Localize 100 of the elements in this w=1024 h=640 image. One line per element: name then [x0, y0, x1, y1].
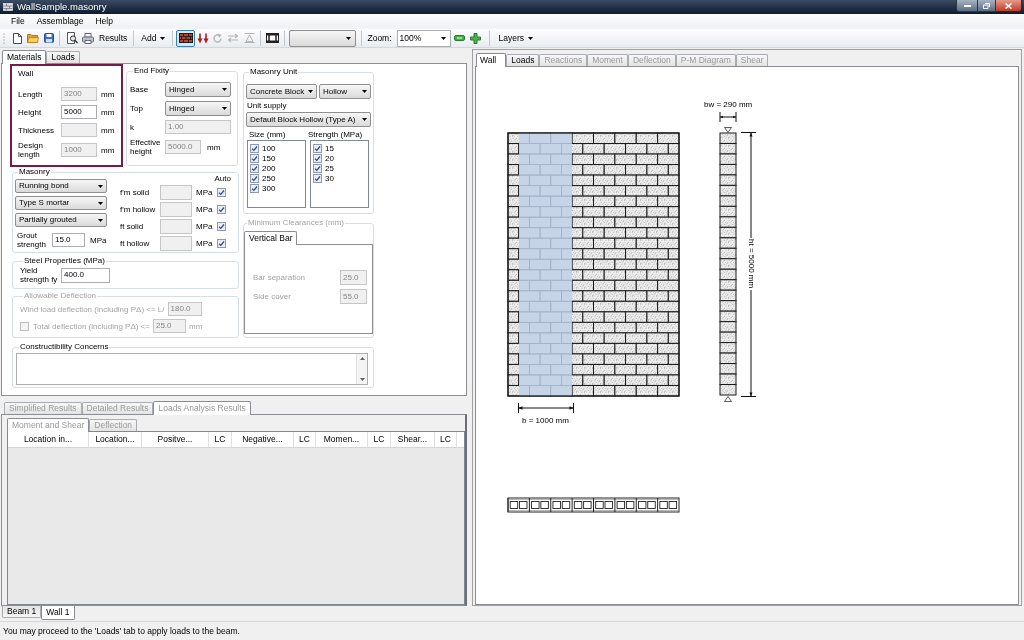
wall-view-button[interactable]: [176, 29, 196, 47]
close-button[interactable]: [996, 0, 1022, 12]
field-label: f'm solid: [120, 188, 151, 197]
caret-icon: [362, 118, 367, 121]
tab[interactable]: Loads: [46, 51, 80, 63]
group-title: End Fixity: [133, 66, 171, 76]
group-title: Steel Properties (MPa): [23, 256, 106, 266]
checkbox[interactable]: [217, 222, 226, 231]
checkbox[interactable]: [217, 239, 226, 248]
list-item-label[interactable]: 30: [325, 173, 334, 183]
rotate-icon: [212, 32, 224, 44]
checkbox[interactable]: [313, 173, 322, 183]
minimize-button[interactable]: [956, 0, 978, 12]
field-label: Design length: [18, 141, 44, 159]
dropdown[interactable]: Type S mortar: [15, 196, 107, 210]
checkbox[interactable]: [313, 163, 322, 173]
scrollbar[interactable]: [356, 354, 367, 384]
unit-label: mm: [188, 321, 203, 331]
status-text: You may proceed to the 'Loads' tab to apply loads to the beam.: [3, 626, 240, 636]
list-item-label[interactable]: 300: [262, 183, 276, 193]
dropdown[interactable]: Hinged: [165, 101, 231, 116]
print-preview-button[interactable]: [64, 29, 80, 47]
printer-icon: [82, 32, 94, 44]
checkbox[interactable]: [250, 183, 259, 193]
tab[interactable]: Loads: [506, 54, 540, 66]
dimension-line: [718, 112, 738, 122]
restore-icon: [983, 2, 990, 9]
checkbox[interactable]: [250, 143, 259, 153]
print-preview-icon: [66, 32, 78, 44]
dropdown[interactable]: [289, 29, 357, 47]
new-document-icon: [12, 32, 22, 44]
dropdown[interactable]: Partially grouted: [15, 213, 107, 227]
list-item-label[interactable]: 150: [262, 153, 276, 163]
text-field[interactable]: [160, 185, 192, 200]
caret-icon: [362, 90, 367, 93]
caret-icon: [98, 201, 103, 205]
align-icon: [243, 33, 255, 43]
dropdown[interactable]: Hollow: [319, 84, 371, 99]
checkbox[interactable]: [313, 153, 322, 163]
tab[interactable]: Materials: [2, 50, 47, 64]
field-label: Effective height: [130, 138, 162, 156]
list-item-label[interactable]: 100: [262, 143, 276, 153]
scroll-down-icon[interactable]: [359, 378, 365, 381]
text-field[interactable]: [160, 202, 192, 217]
text-field[interactable]: 15.0: [52, 233, 85, 247]
dimension-label: ht = 5000 mm: [746, 239, 756, 289]
caret-icon: [308, 90, 313, 93]
unit-label: MPa: [196, 222, 214, 231]
results-button[interactable]: Results: [96, 29, 131, 47]
text-field[interactable]: [160, 236, 192, 251]
dropdown[interactable]: Running bond: [15, 179, 107, 193]
checkbox[interactable]: [217, 205, 226, 214]
list-item-label[interactable]: 250: [262, 173, 276, 183]
list-item-label[interactable]: 20: [325, 153, 334, 163]
zoom-label: Zoom:: [367, 33, 392, 43]
menu-item[interactable]: Assemblage: [30, 14, 90, 29]
save-icon: [44, 33, 54, 43]
dropdown[interactable]: Concrete Block: [246, 84, 317, 99]
caret-icon: [160, 36, 166, 40]
maximize-button[interactable]: [978, 0, 996, 12]
checkbox[interactable]: [250, 173, 259, 183]
dropdown[interactable]: Hinged: [165, 82, 231, 97]
unit-label: MPa: [196, 205, 214, 214]
group-title: Minimum Clearances (mm): [247, 218, 345, 228]
checkbox[interactable]: [217, 188, 226, 197]
unit-label: MPa: [196, 188, 214, 197]
caret-icon: [528, 36, 534, 40]
group-title: Allowable Deflection: [23, 291, 98, 301]
menu-item[interactable]: File: [5, 14, 31, 29]
group-title: Wall: [18, 69, 35, 79]
checkbox[interactable]: [250, 163, 259, 173]
list-item-label[interactable]: 15: [325, 143, 334, 153]
field-label: k: [130, 122, 135, 132]
field-label: Thickness: [18, 125, 55, 135]
group-title: Masonry: [18, 167, 51, 177]
list-item-label[interactable]: 25: [325, 163, 334, 173]
add-menu-button[interactable]: Add: [137, 29, 170, 47]
down-arrows-icon: [196, 32, 209, 44]
caret-icon: [222, 88, 227, 91]
scroll-up-icon[interactable]: [359, 357, 365, 360]
unit-label: MPa: [196, 239, 214, 248]
checkbox[interactable]: [313, 143, 322, 153]
app-icon: [3, 3, 13, 11]
text-field[interactable]: 400.0: [61, 267, 110, 283]
tab[interactable]: Wall: [476, 53, 507, 67]
document-tab[interactable]: Wall 1: [41, 606, 75, 620]
document-tab[interactable]: Beam 1: [2, 606, 42, 618]
dimension-label: bw = 290 mm: [704, 100, 753, 110]
field-label: ft hollow: [120, 239, 151, 248]
dropdown[interactable]: Default Block Hollow (Type A): [246, 112, 371, 127]
checkbox[interactable]: [250, 153, 259, 163]
list-item-label[interactable]: 200: [262, 163, 276, 173]
caret-icon: [222, 107, 227, 110]
text-field[interactable]: 5000: [61, 105, 97, 119]
menu-item[interactable]: Help: [89, 14, 119, 29]
zoom-dropdown[interactable]: 100%: [396, 29, 451, 47]
field-label: Total deflection (including PΔ) <=: [33, 321, 150, 331]
layers-menu-button[interactable]: Layers: [495, 29, 537, 47]
text-field[interactable]: [160, 219, 192, 234]
unit-label: mm: [101, 145, 115, 155]
